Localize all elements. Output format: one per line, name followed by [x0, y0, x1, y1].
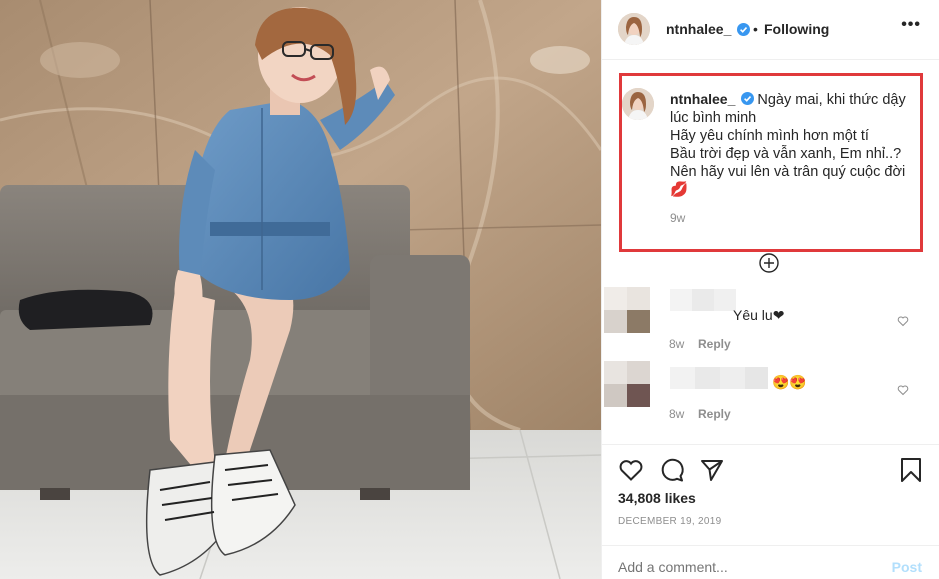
- comment-text: 😍😍: [772, 374, 807, 390]
- reply-button[interactable]: Reply: [698, 407, 731, 421]
- following-button[interactable]: Following: [764, 21, 829, 37]
- verified-badge-icon: [737, 23, 750, 36]
- paper-plane-icon[interactable]: [699, 457, 725, 483]
- comment-username-blurred[interactable]: [670, 367, 768, 389]
- caption-highlight: ntnhalee_ Ngày mai, khi thức dậy lúc bìn…: [619, 73, 923, 252]
- caption-username[interactable]: ntnhalee_: [670, 91, 735, 107]
- header-separator: •: [753, 21, 758, 37]
- caption-line-2: Hãy yêu chính mình hơn một tí: [670, 128, 869, 144]
- comment-avatar-blurred[interactable]: [604, 361, 650, 407]
- reply-button[interactable]: Reply: [698, 337, 731, 351]
- comment-bubble-icon[interactable]: [659, 457, 685, 483]
- post-photo-illustration: [0, 0, 601, 579]
- heart-icon[interactable]: [897, 384, 909, 396]
- verified-badge-icon: [741, 92, 755, 105]
- comment-item: Yêu lu❤ 8w Reply: [602, 287, 939, 357]
- heart-icon[interactable]: [897, 315, 909, 327]
- post-photo[interactable]: [0, 0, 601, 579]
- header-avatar[interactable]: [618, 13, 650, 45]
- comment-username-blurred[interactable]: [670, 289, 736, 311]
- caption-text: ntnhalee_ Ngày mai, khi thức dậy lúc bìn…: [670, 90, 920, 199]
- post-header: ntnhalee_ • Following •••: [602, 0, 939, 60]
- likes-count[interactable]: 34,808 likes: [618, 490, 696, 506]
- add-comment-section: Post: [602, 545, 939, 579]
- comment-item: 😍😍 8w Reply: [602, 361, 939, 431]
- caption-line-3: Bầu trời đẹp và vẫn xanh, Em nhỉ..?: [670, 146, 902, 162]
- comment-text: Yêu lu❤: [733, 307, 785, 323]
- comment-timestamp: 8w: [669, 407, 685, 421]
- header-username[interactable]: ntnhalee_: [666, 21, 731, 37]
- post-date: DECEMBER 19, 2019: [618, 516, 722, 527]
- post-comment-button[interactable]: Post: [892, 559, 922, 575]
- post-actions: 34,808 likes DECEMBER 19, 2019 Post: [602, 444, 939, 579]
- heart-icon[interactable]: [618, 457, 644, 483]
- caption-line-5: 💋: [670, 182, 689, 198]
- caption-avatar[interactable]: [622, 88, 654, 120]
- bookmark-icon[interactable]: [898, 457, 924, 483]
- comment-avatar-blurred[interactable]: [604, 287, 650, 333]
- more-options-icon[interactable]: •••: [901, 16, 921, 34]
- plus-circle-icon[interactable]: [759, 253, 779, 273]
- comment-timestamp: 8w: [669, 337, 685, 351]
- comment-input[interactable]: [618, 559, 868, 575]
- post-sidebar: ntnhalee_ • Following ••• ntnhalee_ Ngày…: [601, 0, 939, 579]
- caption-timestamp: 9w: [670, 211, 686, 225]
- caption-line-4: Nên hãy vui lên và trân quý cuộc đời: [670, 164, 906, 180]
